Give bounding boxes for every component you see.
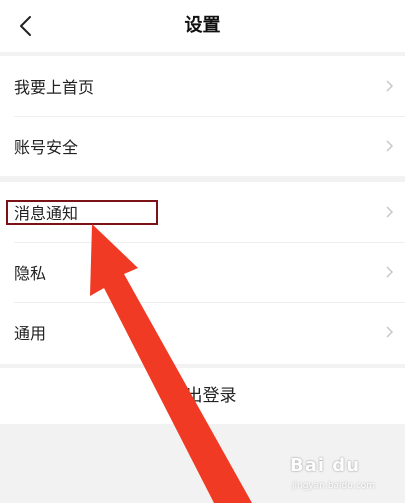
chevron-right-icon [386, 206, 394, 218]
settings-item-label: 账号安全 [14, 138, 79, 157]
logout-button[interactable]: 退出登录 [0, 368, 405, 424]
watermark-brand: Bai du [290, 455, 361, 476]
chevron-right-icon [386, 266, 394, 278]
settings-item-label: 通用 [14, 324, 47, 343]
watermark-sub: jingyan.baidu.com [292, 481, 376, 491]
settings-item-general[interactable]: 通用 [0, 302, 405, 362]
header-bar: 设置 [0, 0, 405, 52]
settings-item-privacy[interactable]: 隐私 [0, 242, 405, 302]
watermark-logo: Bai du jingyan.baidu.com [290, 455, 400, 499]
highlight-box [6, 200, 158, 225]
chevron-right-icon [386, 80, 394, 92]
settings-page: 设置 我要上首页 账号安全 消息通知 隐私 通用 退出登录 Bai du jin… [0, 0, 405, 503]
settings-item-account-security[interactable]: 账号安全 [0, 116, 405, 176]
settings-item-homepage[interactable]: 我要上首页 [0, 56, 405, 116]
page-title: 设置 [184, 15, 221, 36]
logout-label: 退出登录 [168, 386, 237, 406]
chevron-right-icon [386, 140, 394, 152]
settings-item-label: 隐私 [14, 264, 47, 283]
settings-group-1: 我要上首页 账号安全 [0, 56, 405, 176]
chevron-right-icon [386, 326, 394, 338]
settings-item-label: 我要上首页 [14, 78, 95, 97]
